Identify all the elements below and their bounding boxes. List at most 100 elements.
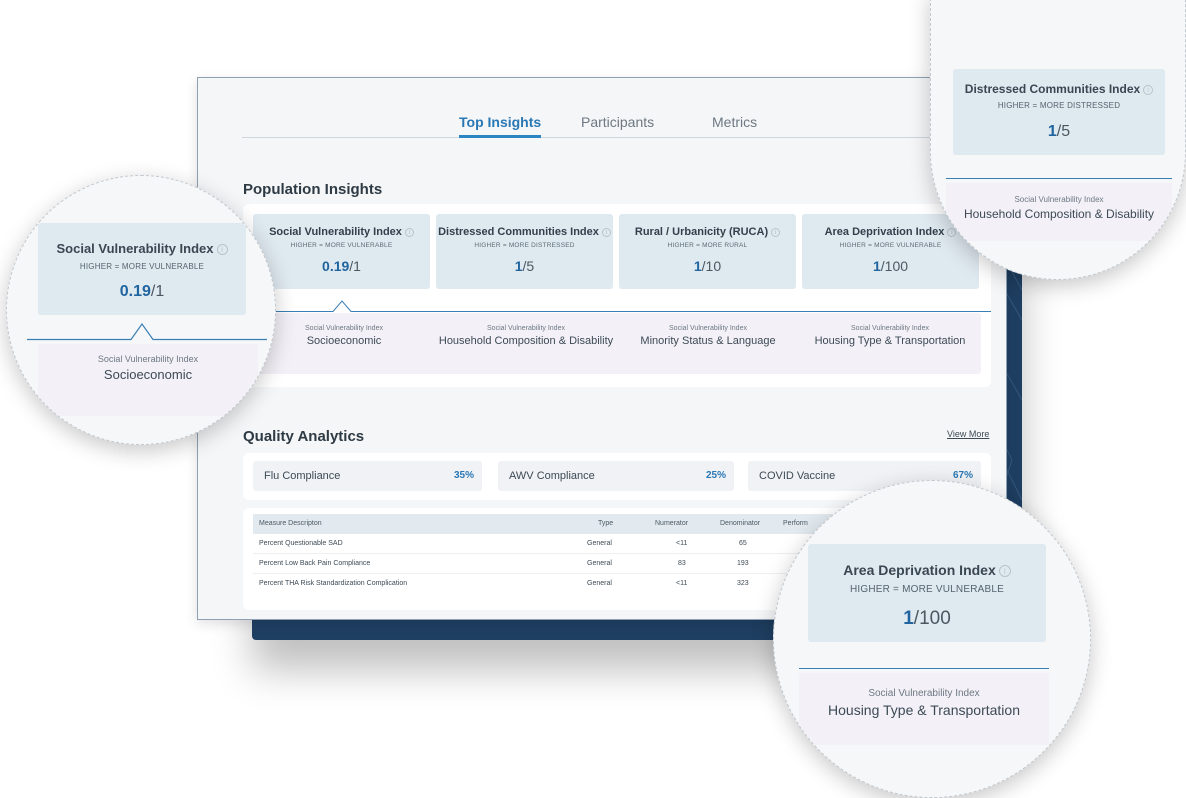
subindex-item[interactable]: Social Vulnerability Index Household Com…	[435, 325, 617, 347]
column-header[interactable]: Measure Descripton	[259, 520, 322, 527]
metric-label: AWV Compliance	[509, 470, 595, 482]
index-title: Distressed Communities Index	[438, 226, 599, 238]
index-card-dci[interactable]: Distressed Communities Index i HIGHER = M…	[436, 214, 613, 289]
index-subtitle: HIGHER = MORE VULNERABLE	[849, 584, 1004, 595]
zoomed-index-card-svi: Social Vulnerability Index i HIGHER = MOR…	[38, 223, 246, 315]
index-title: Area Deprivation Index	[824, 226, 945, 238]
subindex-name: Housing Type & Transportation	[828, 702, 1020, 718]
zoomed-index-card-dci: Distressed Communities Index i HIGHER = M…	[953, 69, 1165, 155]
zoomed-subindex-strip: Social Vulnerability Index Housing Type …	[799, 673, 1049, 745]
metric-value: 35%	[453, 470, 474, 481]
selection-pointer-line	[243, 300, 991, 312]
column-header[interactable]: Type	[598, 520, 613, 527]
index-subtitle: HIGHER = MORE DISTRESSED	[997, 101, 1121, 110]
table-cell: General	[587, 540, 612, 547]
subindex-item[interactable]: Social Vulnerability Index Housing Type …	[799, 325, 981, 347]
table-cell: Percent Low Back Pain Compliance	[259, 560, 371, 567]
index-value: 1	[693, 258, 702, 274]
subindex-name: Socioeconomic	[103, 367, 193, 382]
index-subtitle: HIGHER = MORE DISTRESSED	[474, 242, 575, 249]
index-subtitle: HIGHER = MORE RURAL	[667, 242, 748, 249]
subindex-label: Social Vulnerability Index	[487, 325, 565, 332]
index-max: /5	[522, 258, 535, 274]
view-more-link[interactable]: View More	[947, 429, 989, 439]
tab-top-insights[interactable]: Top Insights	[459, 114, 542, 138]
table-cell: Percent THA Risk Standardization Complic…	[259, 580, 408, 587]
table-cell: General	[587, 580, 612, 587]
metric-card-flu[interactable]: Flu Compliance 35%	[253, 461, 482, 491]
tab-participants[interactable]: Participants	[581, 114, 654, 138]
index-card-ruca[interactable]: Rural / Urbanicity (RUCA) i HIGHER = MORE…	[619, 214, 796, 289]
info-icon: i	[1143, 85, 1154, 95]
index-subtitle: HIGHER = MORE VULNERABLE	[79, 262, 205, 271]
info-icon: i	[998, 565, 1011, 577]
subindex-label: Social Vulnerability Index	[851, 325, 929, 332]
metric-label: COVID Vaccine	[759, 470, 836, 482]
info-icon[interactable]: i	[771, 228, 781, 237]
zoomed-index-card-adi: Area Deprivation Index i HIGHER = MORE VU…	[808, 544, 1046, 642]
subindex-name: Household Composition & Disability	[963, 207, 1155, 221]
index-title: Rural / Urbanicity (RUCA)	[634, 226, 769, 238]
zoomed-subindex-strip: Social Vulnerability Index Socioeconomic	[38, 344, 258, 416]
metric-value: 67%	[952, 470, 973, 481]
index-title: Social Vulnerability Index	[269, 226, 402, 238]
table-cell: 65	[739, 540, 747, 547]
metric-label: Flu Compliance	[264, 470, 341, 482]
subindex-label: Social Vulnerability Index	[305, 325, 383, 332]
metric-value: 25%	[705, 470, 726, 481]
subindex-name: Housing Type & Transportation	[814, 335, 966, 347]
table-cell: 83	[678, 560, 686, 567]
tab-metrics[interactable]: Metrics	[712, 114, 757, 138]
index-subtitle: HIGHER = MORE VULNERABLE	[839, 242, 942, 249]
table-cell: 323	[737, 580, 749, 587]
index-max: /5	[1056, 123, 1071, 140]
info-icon: i	[216, 244, 228, 255]
table-cell: General	[587, 560, 612, 567]
quality-analytics-title: Quality Analytics	[243, 428, 365, 445]
subindex-item[interactable]: Social Vulnerability Index Minority Stat…	[617, 325, 799, 347]
info-icon[interactable]: i	[404, 228, 414, 237]
subindex-name: Socioeconomic	[306, 335, 382, 347]
index-value: 1	[514, 258, 523, 274]
zoomed-pointer-line	[27, 322, 267, 341]
table-cell: <11	[676, 540, 688, 547]
subindex-label: Social Vulnerability Index	[868, 688, 980, 699]
index-value: 0.19	[322, 258, 350, 274]
index-max: /1	[150, 283, 165, 300]
subindex-item[interactable]: Social Vulnerability Index Socioeconomic	[253, 325, 435, 347]
zoomed-divider-line	[946, 178, 1172, 179]
index-card-svi[interactable]: Social Vulnerability Index i HIGHER = MOR…	[253, 214, 430, 289]
index-value: 1	[1047, 123, 1057, 140]
column-header[interactable]: Perform	[783, 520, 808, 527]
index-value: 0.19	[119, 283, 151, 300]
index-title: Distressed Communities Index	[964, 82, 1141, 96]
magnifier-svi: Social Vulnerability Index i HIGHER = MOR…	[6, 175, 276, 445]
column-header[interactable]: Denominator	[720, 520, 760, 527]
zoomed-divider-line	[799, 668, 1049, 669]
subindex-label: Social Vulnerability Index	[1014, 195, 1104, 204]
magnifier-adi: Area Deprivation Index i HIGHER = MORE VU…	[773, 480, 1091, 798]
population-insights-title: Population Insights	[243, 181, 383, 198]
column-header[interactable]: Numerator	[655, 520, 688, 527]
index-max: /1	[349, 258, 361, 274]
subindex-name: Minority Status & Language	[640, 335, 776, 347]
info-icon[interactable]: i	[601, 228, 611, 237]
index-subtitle: HIGHER = MORE VULNERABLE	[290, 242, 393, 249]
subindex-label: Social Vulnerability Index	[669, 325, 747, 332]
index-max: /100	[913, 608, 951, 629]
subindex-name: Household Composition & Disability	[438, 335, 614, 347]
population-insights-panel: Social Vulnerability Index i HIGHER = MOR…	[243, 204, 991, 387]
subindex-label: Social Vulnerability Index	[97, 354, 199, 364]
index-value: 1	[903, 608, 914, 629]
table-cell: <11	[676, 580, 688, 587]
index-title: Area Deprivation Index	[843, 562, 996, 578]
index-title: Social Vulnerability Index	[56, 241, 214, 256]
table-cell: Percent Questionable SAD	[259, 540, 343, 547]
index-value: 1	[872, 258, 881, 274]
zoomed-subindex-strip: Social Vulnerability Index Household Com…	[946, 183, 1172, 241]
table-cell: 193	[737, 560, 749, 567]
metric-card-awv[interactable]: AWV Compliance 25%	[498, 461, 734, 491]
tab-bar: Top Insights Participants Metrics	[242, 114, 1002, 138]
subindex-strip: Social Vulnerability Index Socioeconomic…	[253, 313, 981, 374]
magnifier-dci: Distressed Communities Index i HIGHER = M…	[930, 0, 1186, 280]
